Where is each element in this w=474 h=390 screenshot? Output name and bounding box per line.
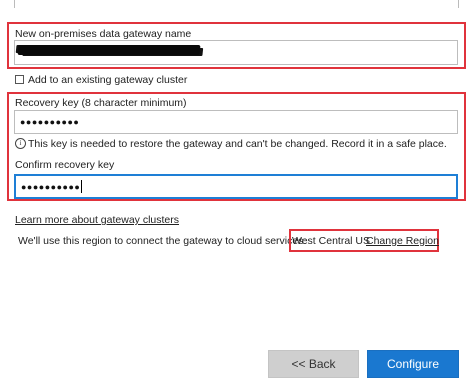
recovery-key-value: ●●●●●●●●●● (20, 117, 80, 127)
region-value: West Central US (292, 235, 370, 247)
panel-edge-right (458, 0, 459, 8)
configure-button[interactable]: Configure (367, 350, 459, 378)
panel-edge-left (14, 0, 15, 8)
add-to-cluster-checkbox[interactable] (15, 75, 24, 84)
text-caret (81, 180, 83, 193)
recovery-key-input[interactable]: ●●●●●●●●●● (14, 110, 458, 134)
info-icon: i (15, 138, 26, 149)
back-button[interactable]: << Back (268, 350, 359, 378)
redaction-mark (17, 45, 201, 55)
confirm-key-label: Confirm recovery key (15, 159, 115, 171)
recovery-key-info: This key is needed to restore the gatewa… (28, 138, 447, 150)
add-to-cluster-label: Add to an existing gateway cluster (28, 74, 188, 86)
learn-more-link[interactable]: Learn more about gateway clusters (15, 214, 179, 226)
confirm-key-input[interactable]: ●●●●●●●●●● (14, 174, 458, 199)
change-region-link[interactable]: Change Region (366, 235, 439, 247)
confirm-key-value: ●●●●●●●●●● (21, 181, 81, 192)
recovery-key-label: Recovery key (8 character minimum) (15, 97, 187, 109)
region-text: We'll use this region to connect the gat… (18, 235, 307, 247)
gateway-name-label: New on-premises data gateway name (15, 28, 192, 40)
